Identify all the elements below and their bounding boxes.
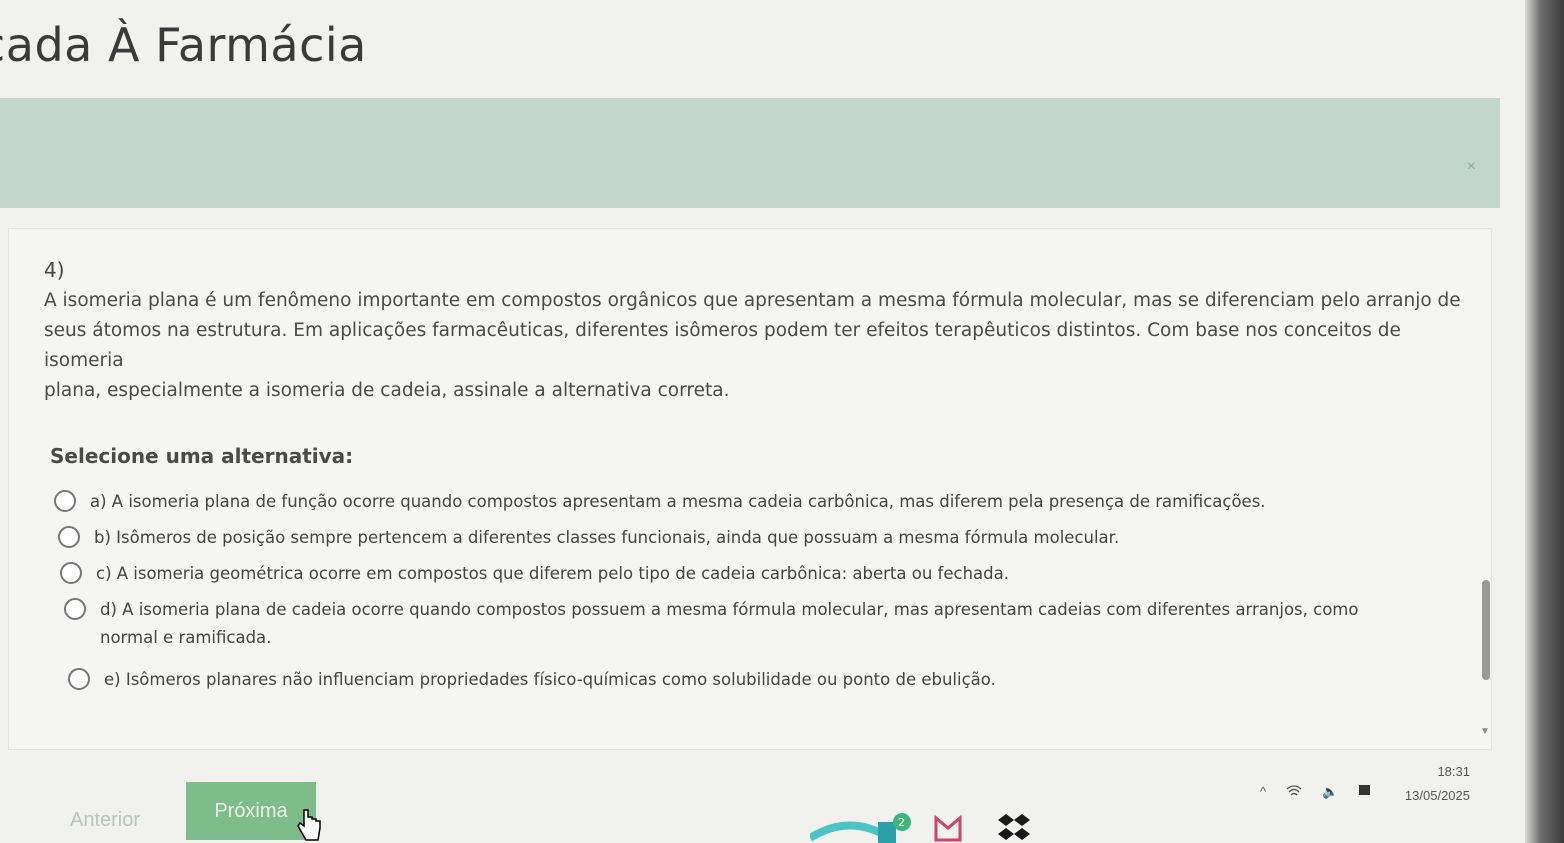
chevron-up-icon[interactable]: ^ xyxy=(1260,784,1266,800)
radio-button[interactable] xyxy=(60,562,82,584)
banner: × xyxy=(0,98,1500,208)
clock-time: 18:31 xyxy=(1437,764,1470,779)
radio-button[interactable] xyxy=(58,526,80,548)
option-c[interactable]: c) A isomeria geométrica ocorre em compo… xyxy=(60,560,1009,588)
question-text-line: seus átomos na estrutura. Em aplicações … xyxy=(44,320,1401,371)
option-d[interactable]: d) A isomeria plana de cadeia ocorre qua… xyxy=(64,596,1358,652)
badge-count: 2 xyxy=(898,816,905,829)
option-label: b) Isômeros de posição sempre pertencem … xyxy=(94,528,1120,547)
hand-cursor-icon xyxy=(297,809,321,841)
radio-button[interactable] xyxy=(64,598,86,620)
scrollbar[interactable] xyxy=(1482,580,1490,680)
option-label: d) A isomeria plana de cadeia ocorre qua… xyxy=(100,596,1358,652)
mail-icon[interactable] xyxy=(934,814,962,842)
dropbox-icon[interactable] xyxy=(998,814,1030,840)
close-icon[interactable]: × xyxy=(1467,158,1476,176)
option-label: a) A isomeria plana de função ocorre qua… xyxy=(90,492,1266,511)
taskbar-icons: 2 xyxy=(810,813,1030,843)
wifi-icon[interactable] xyxy=(1286,784,1302,798)
radio-button[interactable] xyxy=(68,668,90,690)
option-label: e) Isômeros planares não influenciam pro… xyxy=(104,670,996,689)
question-number: 4) xyxy=(44,258,65,282)
option-label: c) A isomeria geométrica ocorre em compo… xyxy=(96,564,1009,583)
page-title: cada À Farmácia xyxy=(0,18,367,72)
select-label: Selecione uma alternativa: xyxy=(50,444,354,468)
option-a[interactable]: a) A isomeria plana de função ocorre qua… xyxy=(54,488,1266,516)
previous-button[interactable]: Anterior xyxy=(64,808,146,833)
radio-button[interactable] xyxy=(54,490,76,512)
system-clock[interactable]: 18:31 13/05/2025 xyxy=(1380,760,1470,808)
option-label-line: d) A isomeria plana de cadeia ocorre qua… xyxy=(100,600,1359,619)
system-tray: ^ 🔈 xyxy=(1260,784,1372,800)
option-e[interactable]: e) Isômeros planares não influenciam pro… xyxy=(68,666,996,694)
question-text-line: plana, especialmente a isomeria de cadei… xyxy=(44,380,730,401)
speaker-icon[interactable]: 🔈 xyxy=(1322,784,1338,800)
screen-edge xyxy=(1525,0,1564,843)
question-text: A isomeria plana é um fenômeno important… xyxy=(44,286,1474,406)
scroll-down-icon[interactable]: ▼ xyxy=(1480,726,1490,737)
option-b[interactable]: b) Isômeros de posição sempre pertencem … xyxy=(58,524,1119,552)
app-icon[interactable] xyxy=(878,822,896,843)
question-text-line: A isomeria plana é um fenômeno important… xyxy=(44,290,1461,311)
battery-icon[interactable] xyxy=(1358,784,1372,796)
clock-date: 13/05/2025 xyxy=(1404,788,1470,803)
option-label-line: normal e ramificada. xyxy=(100,628,272,647)
